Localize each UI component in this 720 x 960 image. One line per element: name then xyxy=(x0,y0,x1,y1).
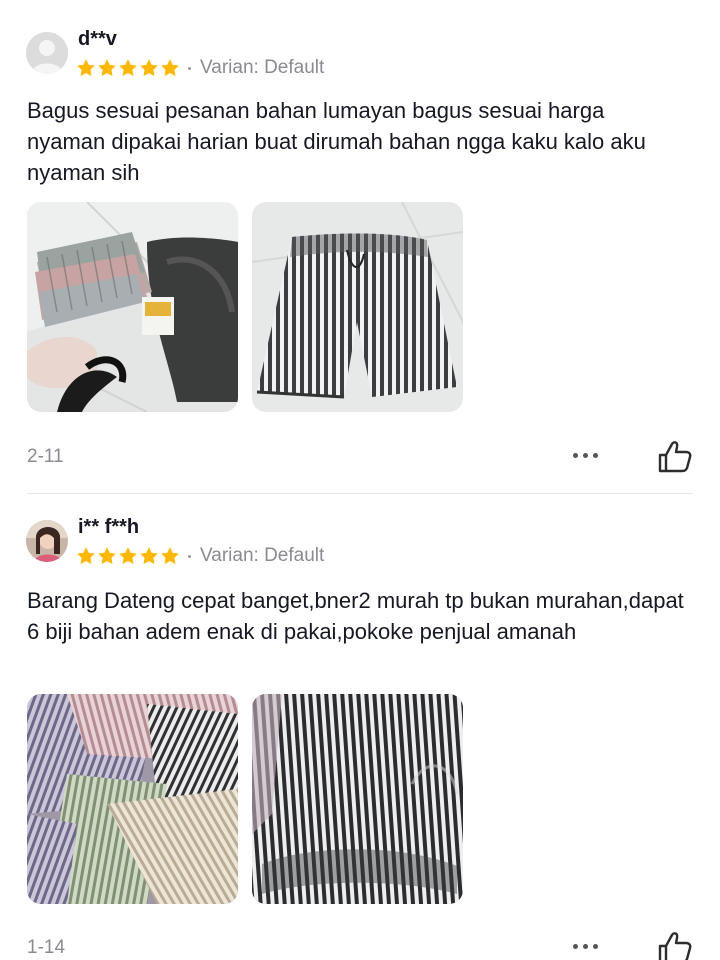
review-header: i** f**h Varian: Default xyxy=(26,516,686,568)
thumbs-up-icon[interactable] xyxy=(657,440,693,474)
star-icon xyxy=(77,59,95,76)
star-rating xyxy=(76,58,180,78)
variant-label: Varian: Default xyxy=(200,57,325,78)
more-dots-icon[interactable] xyxy=(573,448,603,462)
avatar[interactable] xyxy=(26,32,68,74)
photo-striped-shorts xyxy=(252,694,463,904)
photo-shorts-bundle xyxy=(27,202,238,412)
review-photo[interactable] xyxy=(252,202,463,412)
star-icon xyxy=(140,547,158,564)
review-photo[interactable] xyxy=(27,694,238,904)
rating-row: Varian: Default xyxy=(76,544,324,568)
review-header: d**v Varian: Default xyxy=(26,28,686,80)
review-card: d**v Varian: Default Bagus sesuai pesana… xyxy=(0,0,720,494)
star-icon xyxy=(140,59,158,76)
variant-label: Varian: Default xyxy=(200,545,325,566)
review-date: 2-11 xyxy=(27,446,64,467)
avatar[interactable] xyxy=(26,520,68,562)
star-icon xyxy=(119,59,137,76)
separator-dot xyxy=(188,554,191,558)
default-user-avatar-icon xyxy=(26,32,68,74)
star-icon xyxy=(161,59,179,76)
review-photo[interactable] xyxy=(27,202,238,412)
photo-striped-shorts xyxy=(252,202,463,412)
star-icon xyxy=(119,547,137,564)
review-footer: 2-11 xyxy=(27,440,695,474)
review-date: 1-14 xyxy=(27,937,66,958)
separator-dot xyxy=(188,66,191,70)
star-icon xyxy=(77,547,95,564)
more-dots-icon[interactable] xyxy=(573,939,603,953)
review-text: Bagus sesuai pesanan bahan lumayan bagus… xyxy=(27,98,646,185)
star-icon xyxy=(98,547,116,564)
review-photo[interactable] xyxy=(252,694,463,904)
user-photo-avatar-icon xyxy=(26,520,68,562)
photo-colored-shorts-pile xyxy=(27,694,238,904)
review-card: i** f**h Varian: Default Barang Dateng c… xyxy=(0,494,720,960)
review-footer: 1-14 xyxy=(27,931,695,960)
review-text: Barang Dateng cepat banget,bner2 murah t… xyxy=(27,588,684,644)
thumbs-up-icon[interactable] xyxy=(657,931,693,960)
review-photos xyxy=(27,202,463,412)
username[interactable]: i** f**h xyxy=(78,516,139,539)
rating-row: Varian: Default xyxy=(76,56,324,80)
review-photos xyxy=(27,694,463,904)
star-icon xyxy=(98,59,116,76)
star-icon xyxy=(161,547,179,564)
reviews-page: d**v Varian: Default Bagus sesuai pesana… xyxy=(0,0,720,960)
star-rating xyxy=(76,546,180,566)
username[interactable]: d**v xyxy=(78,28,117,51)
